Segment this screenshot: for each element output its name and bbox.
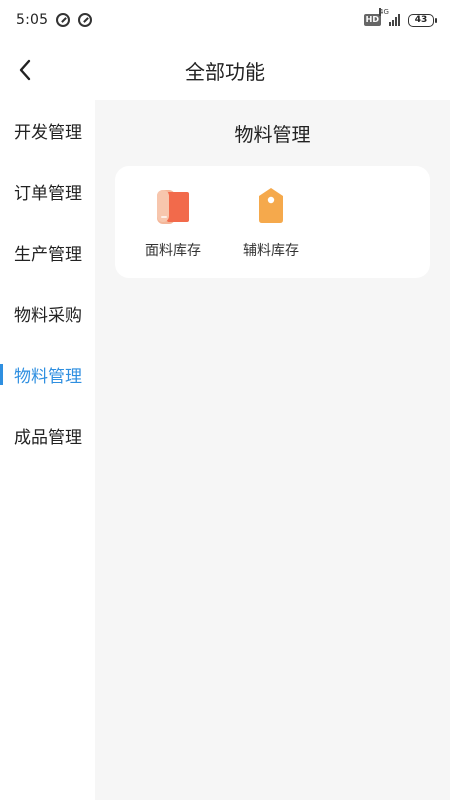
tag-icon [259,188,283,223]
sidebar-item-finished-goods[interactable]: 成品管理 [0,405,95,466]
accessory-inventory-label: 辅料库存 [243,243,299,259]
accessory-inventory-item[interactable]: 辅料库存 [232,186,310,266]
status-bar: 5:05 HD 4G 43 [0,0,450,40]
page-title: 全部功能 [185,59,265,84]
sidebar-item-label: 订单管理 [14,184,82,204]
sidebar-item-label: 开发管理 [14,123,82,143]
sidebar-item-material-purchasing[interactable]: 物料采购 [0,283,95,344]
sidebar-item-label: 成品管理 [14,428,82,448]
status-right: HD 4G 43 [363,8,437,27]
notification-icon [56,13,71,27]
sidebar-item-label: 生产管理 [14,245,82,265]
fabric-roll-icon [157,190,189,224]
status-left: 5:05 [16,12,93,28]
sidebar: 开发管理 订单管理 生产管理 物料采购 物料管理 成品管理 [0,100,95,800]
sidebar-item-label: 物料采购 [14,306,82,326]
fabric-inventory-item[interactable]: 面料库存 [134,186,212,266]
sidebar-item-production[interactable]: 生产管理 [0,222,95,283]
fabric-inventory-label: 面料库存 [145,243,201,259]
main-content: 物料管理 面料库存 辅料库存 [95,100,450,800]
status-time: 5:05 [16,12,49,28]
chevron-left-icon [19,59,31,81]
section-title: 物料管理 [234,124,311,146]
battery-level: 43 [414,15,428,25]
network-type: 4G [379,8,389,16]
signal-icon: 4G [379,8,400,26]
sidebar-item-material-management[interactable]: 物料管理 [0,344,95,405]
sidebar-item-label: 物料管理 [14,367,82,387]
sidebar-item-development[interactable]: 开发管理 [0,100,95,161]
notification-icon [78,13,93,27]
back-button[interactable] [10,55,40,85]
battery-icon: 43 [408,13,437,27]
header: 全部功能 [0,40,450,100]
function-card: 面料库存 辅料库存 [115,166,430,278]
sidebar-item-orders[interactable]: 订单管理 [0,161,95,222]
